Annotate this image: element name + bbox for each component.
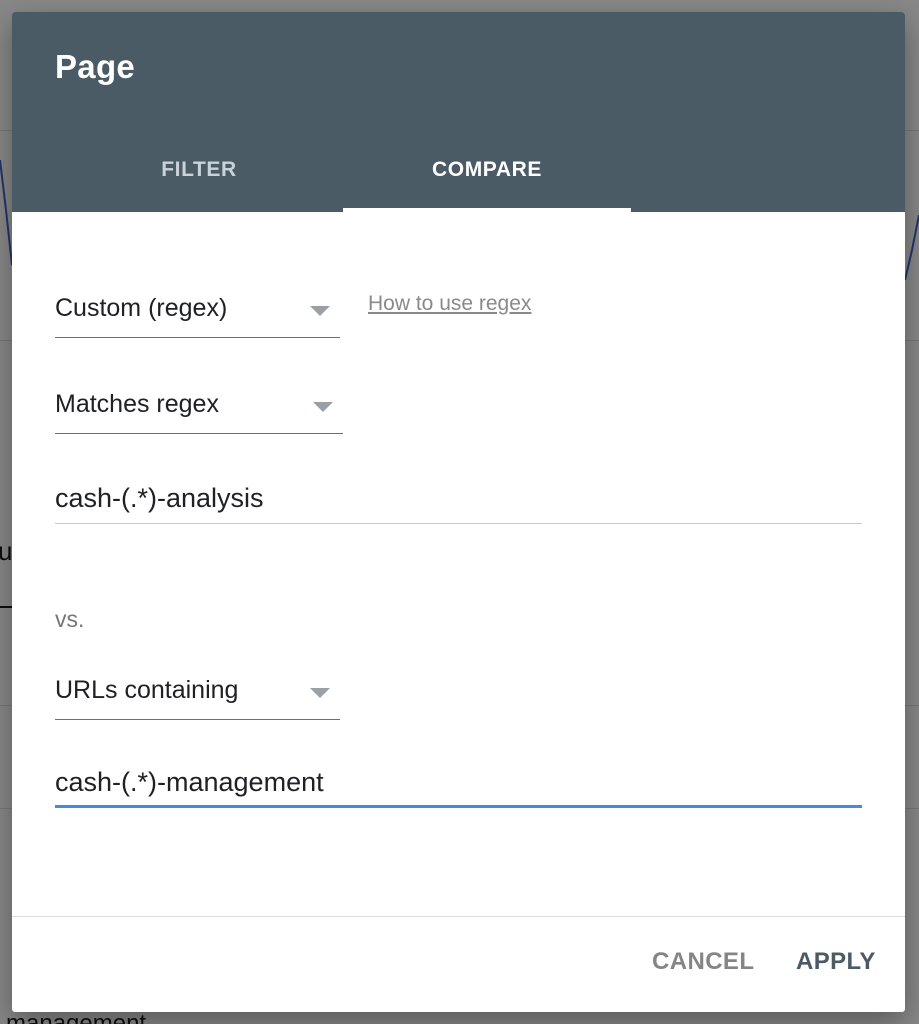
active-tab-indicator bbox=[343, 208, 631, 212]
condition-select-value: Matches regex bbox=[55, 390, 219, 418]
dropdown-arrow-icon bbox=[313, 402, 333, 412]
match-type-select-value: Custom (regex) bbox=[55, 294, 228, 322]
tab-compare[interactable]: COMPARE bbox=[343, 142, 631, 212]
footer-divider bbox=[12, 916, 905, 917]
apply-button[interactable]: APPLY bbox=[796, 948, 876, 976]
first-value-input[interactable] bbox=[55, 476, 862, 520]
tab-filter[interactable]: FILTER bbox=[55, 142, 343, 212]
second-value-input[interactable] bbox=[55, 760, 862, 804]
second-condition-select[interactable]: URLs containing bbox=[55, 664, 340, 720]
dialog-title: Page bbox=[55, 48, 136, 85]
dropdown-arrow-icon bbox=[310, 688, 330, 698]
dialog-header: Page FILTER COMPARE bbox=[12, 12, 905, 212]
vs-label: vs. bbox=[55, 606, 85, 632]
dropdown-arrow-icon bbox=[310, 306, 330, 316]
how-to-use-regex-link[interactable]: How to use regex bbox=[368, 292, 531, 316]
match-type-select[interactable]: Custom (regex) bbox=[55, 282, 340, 338]
second-value-field bbox=[55, 760, 862, 808]
first-value-field bbox=[55, 476, 862, 524]
page-filter-dialog: Page FILTER COMPARE Custom (regex) How t… bbox=[12, 12, 905, 1012]
condition-select[interactable]: Matches regex bbox=[55, 378, 343, 434]
cancel-button[interactable]: CANCEL bbox=[652, 948, 754, 976]
second-condition-select-value: URLs containing bbox=[55, 676, 239, 704]
